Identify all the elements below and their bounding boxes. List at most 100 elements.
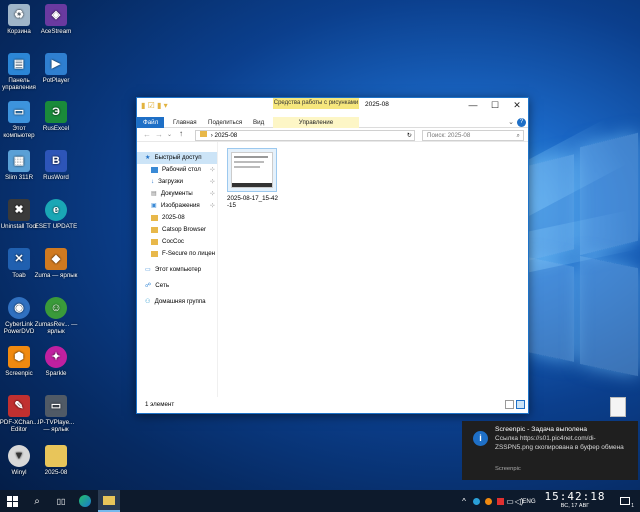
notification-toast[interactable]: i Screenpic - Задача выполена Ссылка htt… [462, 421, 638, 480]
nav-folder-catsop[interactable]: Catsop Browser [137, 224, 217, 236]
iptv-player-icon: ▭ [45, 395, 67, 417]
documents-icon: ▤ [151, 190, 157, 197]
tab-home[interactable]: Главная [167, 117, 203, 128]
clock-date: ВС, 17 АВГ [560, 503, 590, 509]
navigation-pane: ★ Быстрый доступ Рабочий стол ⊹ ↓ Загрузки ⊹… [137, 142, 218, 397]
browser-icon [79, 495, 91, 507]
start-button[interactable] [0, 490, 24, 512]
desktop-icon-rusexcel[interactable]: Э RusExcel [34, 101, 78, 132]
pdf-xchange-icon: ✎ [8, 395, 30, 417]
nav-quick-access[interactable]: ★ Быстрый доступ [137, 152, 217, 164]
taskbar: ⌕ ▯▯ ^ ▭ ◁) ENG 15:42:18 ВС, 17 АВГ 1 [0, 490, 640, 512]
desktop-icon-rusword[interactable]: В RusWord [34, 150, 78, 181]
zuma-icon: ◆ [45, 248, 67, 270]
folder-icon [103, 495, 115, 505]
image-thumbnail [227, 148, 277, 192]
task-view-button[interactable]: ▯▯ [50, 490, 72, 512]
breadcrumb-current: 2025-08 [214, 132, 238, 139]
control-panel-icon: ▤ [8, 53, 30, 75]
large-icons-view-icon[interactable] [516, 400, 525, 409]
window-title: 2025-08 [365, 101, 389, 108]
star-icon: ★ [145, 154, 151, 161]
nav-pictures[interactable]: ▣ Изображения ⊹ [137, 200, 217, 212]
pin-icon: ⊹ [209, 190, 215, 197]
zumas-revenge-icon: ☺ [45, 297, 67, 319]
notification-count-badge: 1 [631, 503, 634, 509]
desktop-icon-eset[interactable]: e ESET UPDATE [34, 199, 78, 230]
close-button[interactable]: ✕ [506, 98, 528, 112]
desktop-icon-sparkle[interactable]: ✦ Sparkle [34, 346, 78, 377]
address-field[interactable]: › 2025-08 ↻ [195, 130, 415, 141]
tab-file[interactable]: Файл [137, 117, 164, 128]
tab-view[interactable]: Вид [247, 117, 270, 128]
forward-arrow-icon[interactable]: → [155, 130, 163, 139]
action-center-button[interactable]: 1 [614, 490, 636, 512]
acestream-icon: ◈ [45, 4, 67, 26]
search-button[interactable]: ⌕ [26, 490, 48, 512]
ribbon-expand-icon[interactable]: ⌄ [508, 118, 514, 126]
nav-folder-fsecure[interactable]: F-Secure по лицен [137, 248, 217, 260]
pin-icon: ⊹ [209, 166, 215, 173]
folder-icon [151, 251, 158, 257]
nav-folder-2025-08[interactable]: 2025-08 [137, 212, 217, 224]
tray-chevron-icon[interactable]: ^ [459, 490, 469, 512]
clock-time: 15:42:18 [544, 490, 606, 503]
desktop-icon-potplayer[interactable]: ▶ PotPlayer [34, 53, 78, 84]
search-icon: ⌕ [34, 495, 40, 507]
maximize-button[interactable]: ☐ [484, 98, 506, 112]
breadcrumb-separator: › [210, 132, 213, 139]
desktop-document-icon[interactable] [610, 397, 626, 417]
nav-network[interactable]: ☍ Сеть [137, 280, 217, 292]
potplayer-icon: ▶ [45, 53, 67, 75]
nav-documents[interactable]: ▤ Документы ⊹ [137, 188, 217, 200]
details-view-icon[interactable] [505, 400, 514, 409]
status-bar: 1 элемент [137, 397, 528, 413]
back-arrow-icon[interactable]: ← [143, 130, 151, 139]
up-arrow-icon[interactable]: ↑ [179, 129, 183, 138]
folder-icon [151, 239, 158, 245]
folder-icon [200, 131, 207, 137]
help-icon[interactable]: ? [517, 118, 526, 127]
notification-body: Ссылка https://s01.pic4net.com/di-ZSSPN5… [495, 435, 624, 451]
tray-app-icon-3[interactable] [495, 490, 505, 512]
taskbar-browser[interactable] [74, 490, 96, 512]
nav-desktop[interactable]: Рабочий стол ⊹ [137, 164, 217, 176]
desktop-folder-icon [151, 167, 158, 173]
notification-title: Screenpic - Задача выполена [495, 426, 588, 433]
nav-this-pc[interactable]: ▭ Этот компьютер [137, 264, 217, 276]
desktop-icon-acestream[interactable]: ◈ AceStream [34, 4, 78, 35]
desktop-icon-iptv-player[interactable]: ▭ IP-TVPlaye... — ярлык [34, 395, 78, 433]
windows-logo-icon [6, 495, 18, 507]
search-input[interactable]: Поиск: 2025-08 ⌕ [422, 130, 524, 141]
recycle-bin-icon: ♻ [8, 4, 30, 26]
powerdvd-icon: ◉ [8, 297, 30, 319]
language-indicator[interactable]: ENG [518, 490, 540, 512]
tray-app-icon-1[interactable] [471, 490, 481, 512]
item-count: 1 элемент [145, 401, 175, 408]
nav-folder-coccoc[interactable]: CocCoc [137, 236, 217, 248]
tray-app-icon-2[interactable] [483, 490, 493, 512]
desktop-icon-folder-2025-08[interactable]: 2025-08 [34, 445, 78, 476]
recent-dropdown-icon[interactable]: ⌄ [167, 131, 172, 138]
clock[interactable]: 15:42:18 ВС, 17 АВГ [542, 491, 608, 511]
refresh-icon[interactable]: ↻ [407, 131, 412, 140]
winyl-icon: ▼ [8, 445, 30, 467]
rusexcel-icon: Э [45, 101, 67, 123]
network-icon: ☍ [145, 282, 152, 289]
computer-icon: ▭ [145, 266, 151, 273]
nav-homegroup[interactable]: ⚇ Домашняя группа [137, 296, 217, 308]
desktop-icon-zuma[interactable]: ◆ Zuma — ярлык [34, 248, 78, 279]
quick-access-toolbar[interactable]: ▮ ☑ ▮ ▾ [141, 101, 168, 110]
pin-icon: ⊹ [209, 202, 215, 209]
tab-manage[interactable]: Управление [273, 117, 359, 128]
toab-icon: ✕ [8, 248, 30, 270]
tab-share[interactable]: Поделиться [202, 117, 248, 128]
nav-downloads[interactable]: ↓ Загрузки ⊹ [137, 176, 217, 188]
file-item[interactable]: 2025-08-17_15-42-15 [227, 148, 279, 209]
desktop-icon-zumas-revenge[interactable]: ☺ ZumasRev... — ярлык [34, 297, 78, 335]
notifications-icon: 1 [620, 497, 634, 509]
uninstall-tool-icon: ✖ [8, 199, 30, 221]
minimize-button[interactable]: — [462, 98, 484, 112]
file-name: 2025-08-17_15-42-15 [227, 195, 278, 209]
taskbar-explorer[interactable] [98, 490, 120, 512]
